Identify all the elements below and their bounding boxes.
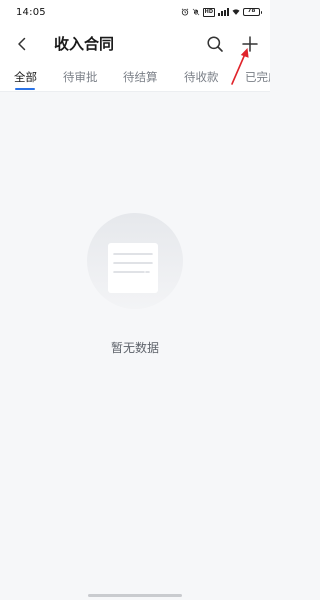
mute-icon <box>192 8 200 16</box>
empty-state-text: 暂无数据 <box>110 341 159 355</box>
tab-pending-settlement[interactable]: 待结算 <box>123 69 158 85</box>
contract-list-page: 14:05 HD 78 收入合同 全部 待审批 待结算 待收款 已完 暂无数据 <box>0 0 270 600</box>
empty-document-icon <box>87 213 183 309</box>
page-title: 收入合同 <box>54 35 115 53</box>
search-icon <box>207 36 223 52</box>
home-indicator[interactable] <box>88 594 182 597</box>
active-tab-indicator <box>15 88 35 90</box>
chevron-left-icon <box>18 37 26 51</box>
alarm-icon <box>181 8 188 16</box>
status-bar: 14:05 HD 78 <box>0 0 270 24</box>
battery-level: 78 <box>247 8 256 15</box>
tab-all[interactable]: 全部 <box>14 69 37 85</box>
red-arrow-icon <box>231 48 249 85</box>
battery-icon: 78 <box>243 8 262 16</box>
status-icons: HD 78 <box>181 7 262 17</box>
back-button[interactable] <box>12 34 32 54</box>
status-time: 14:05 <box>16 6 46 18</box>
tab-pending-approval[interactable]: 待审批 <box>63 69 98 85</box>
search-button[interactable] <box>205 34 225 54</box>
hd-badge: HD <box>202 7 215 17</box>
signal-icon <box>218 8 229 16</box>
tab-pending-payment[interactable]: 待收款 <box>184 69 219 85</box>
wifi-icon <box>232 9 240 15</box>
